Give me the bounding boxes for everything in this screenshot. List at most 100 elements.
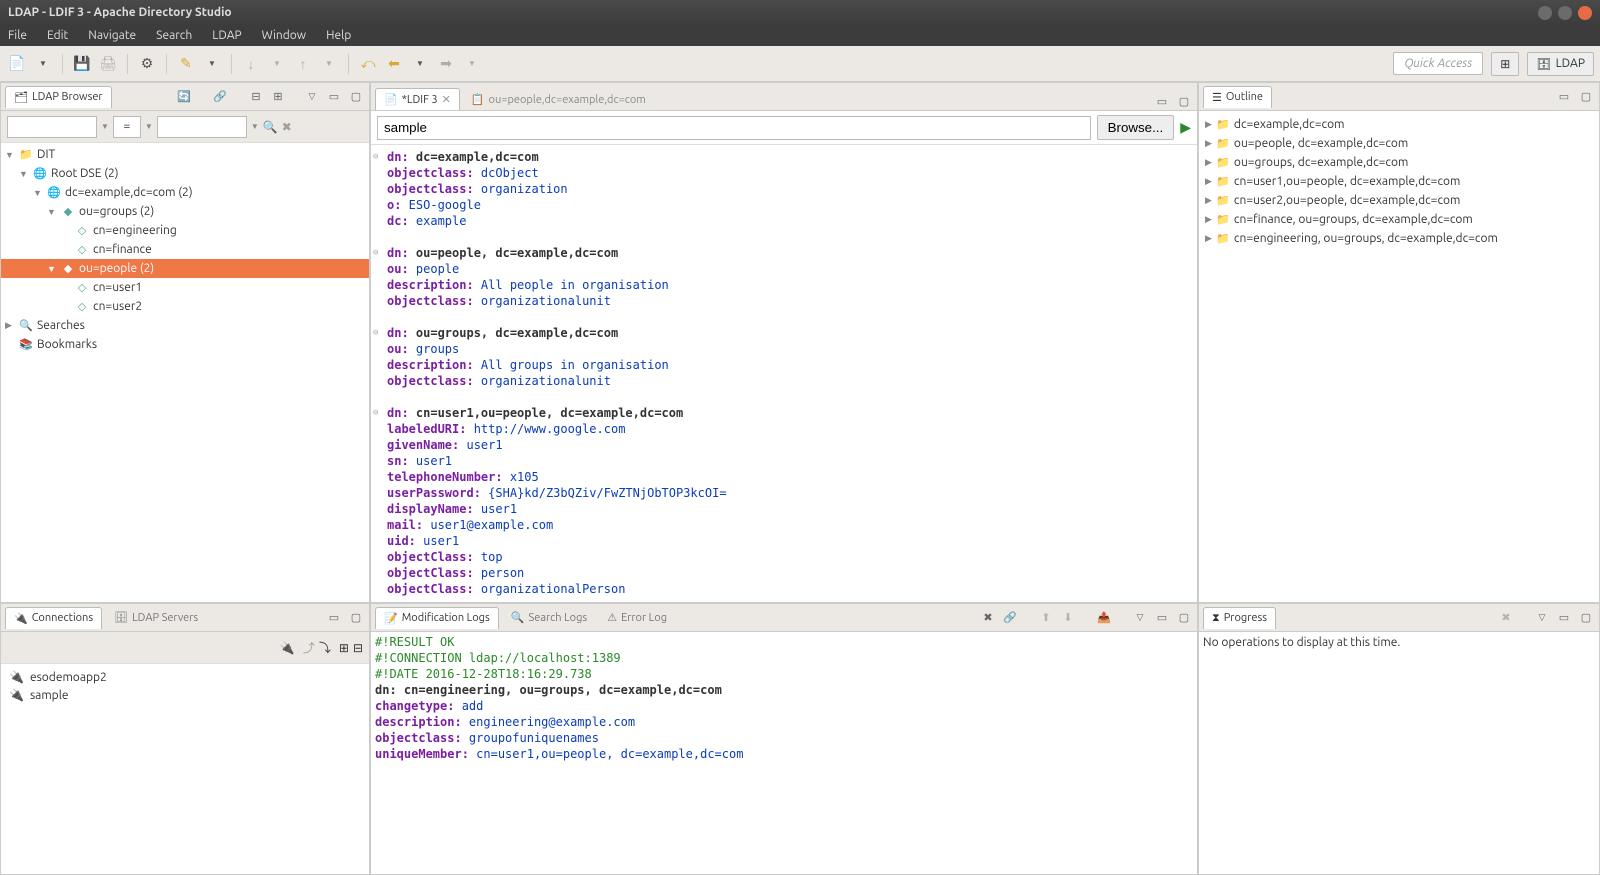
remove-icon[interactable]: ⊟ xyxy=(353,641,363,655)
tree-item-engineering[interactable]: ◇cn=engineering xyxy=(1,221,369,240)
tree-item-root-dse[interactable]: ▼🌐Root DSE (2) xyxy=(1,164,369,183)
refresh-icon[interactable]: 🔗 xyxy=(1001,609,1019,627)
minimize-pane-icon[interactable]: ▭ xyxy=(1153,609,1171,627)
minimize-icon[interactable] xyxy=(1538,6,1552,20)
down-icon[interactable]: ↓ xyxy=(240,53,262,75)
minimize-pane-icon[interactable]: ▭ xyxy=(325,609,343,627)
save-icon[interactable]: 💾 xyxy=(71,53,93,75)
open-conn-icon[interactable]: ⤴ xyxy=(303,639,315,656)
progress-tab[interactable]: ⧗ Progress xyxy=(1203,607,1276,629)
prev-icon[interactable]: ⬆ xyxy=(1037,609,1055,627)
outline-item[interactable]: ▶📁dc=example,dc=com xyxy=(1201,115,1597,134)
menu-window[interactable]: Window xyxy=(262,29,306,42)
chevron-down-icon[interactable]: ▼ xyxy=(461,53,483,75)
editor-tab-people[interactable]: 📋 ou=people,dc=example,dc=com xyxy=(462,88,655,110)
browse-button[interactable]: Browse... xyxy=(1097,115,1175,140)
minimize-pane-icon[interactable]: ▭ xyxy=(325,88,343,106)
menu-ldap[interactable]: LDAP xyxy=(212,29,241,42)
tree-item-user1[interactable]: ◇cn=user1 xyxy=(1,278,369,297)
tree-item-user2[interactable]: ◇cn=user2 xyxy=(1,297,369,316)
ldap-servers-tab[interactable]: 🗄 LDAP Servers xyxy=(106,607,206,628)
tree-item-bookmarks[interactable]: 📚Bookmarks xyxy=(1,335,369,354)
menu-icon[interactable]: ▽ xyxy=(303,88,321,106)
connection-input[interactable] xyxy=(377,116,1091,140)
menu-navigate[interactable]: Navigate xyxy=(88,29,136,42)
filter-combo-2[interactable]: = xyxy=(113,116,141,138)
error-log-tab[interactable]: ⚠ Error Log xyxy=(599,607,675,628)
minimize-pane-icon[interactable]: ▭ xyxy=(1555,609,1573,627)
ldap-browser-tab[interactable]: 🗂 LDAP Browser xyxy=(5,86,112,108)
menu-help[interactable]: Help xyxy=(326,29,351,42)
close-tab-icon[interactable]: ✕ xyxy=(442,93,451,106)
maximize-icon[interactable] xyxy=(1558,6,1572,20)
link-icon[interactable]: 🔗 xyxy=(211,88,229,106)
expand-icon[interactable]: ⊞ xyxy=(269,88,287,106)
back-last-icon[interactable]: ⤺ xyxy=(357,53,379,75)
close-icon[interactable] xyxy=(1578,6,1592,20)
minimize-pane-icon[interactable]: ▭ xyxy=(1153,92,1171,110)
outline-item[interactable]: ▶📁ou=groups, dc=example,dc=com xyxy=(1201,153,1597,172)
add-icon[interactable]: ⊞ xyxy=(339,641,349,655)
chevron-down-icon[interactable]: ▼ xyxy=(32,53,54,75)
maximize-pane-icon[interactable]: ▢ xyxy=(347,609,365,627)
filter-apply-icon[interactable]: 🔍 xyxy=(263,120,278,134)
build-icon[interactable]: ⚙ xyxy=(136,53,158,75)
search-logs-tab[interactable]: 🔍 Search Logs xyxy=(503,607,595,628)
outline-item[interactable]: ▶📁cn=user1,ou=people, dc=example,dc=com xyxy=(1201,172,1597,191)
up-icon[interactable]: ↑ xyxy=(292,53,314,75)
modification-log-text[interactable]: #!RESULT OK#!CONNECTION ldap://localhost… xyxy=(371,632,1197,874)
filter-combo-1[interactable] xyxy=(7,116,97,138)
quick-access-input[interactable]: Quick Access xyxy=(1393,52,1483,75)
maximize-pane-icon[interactable]: ▢ xyxy=(1175,609,1193,627)
clear-icon[interactable]: ✖ xyxy=(979,609,997,627)
open-perspective-button[interactable]: ⊞ xyxy=(1491,52,1519,76)
filter-clear-icon[interactable]: ✖ xyxy=(282,120,292,134)
connections-list[interactable]: 🔌esodemoapp2 🔌sample xyxy=(1,664,369,874)
tree-item-groups[interactable]: ▼◆ou=groups (2) xyxy=(1,202,369,221)
next-icon[interactable]: ⬇ xyxy=(1059,609,1077,627)
tree-item-searches[interactable]: ▶🔍Searches xyxy=(1,316,369,335)
connection-item[interactable]: 🔌esodemoapp2 xyxy=(5,668,365,686)
maximize-pane-icon[interactable]: ▢ xyxy=(1175,92,1193,110)
outline-item[interactable]: ▶📁cn=user2,ou=people, dc=example,dc=com xyxy=(1201,191,1597,210)
menu-edit[interactable]: Edit xyxy=(47,29,68,42)
modification-logs-tab[interactable]: 📝 Modification Logs xyxy=(375,607,499,629)
minimize-pane-icon[interactable]: ▭ xyxy=(1555,88,1573,106)
maximize-pane-icon[interactable]: ▢ xyxy=(1577,609,1595,627)
menu-file[interactable]: File xyxy=(8,29,27,42)
run-icon[interactable]: ▶ xyxy=(1180,119,1191,136)
close-conn-icon[interactable]: ⤵ xyxy=(319,639,331,656)
refresh-icon[interactable]: 🔄 xyxy=(175,88,193,106)
connection-item[interactable]: 🔌sample xyxy=(5,686,365,704)
maximize-pane-icon[interactable]: ▢ xyxy=(347,88,365,106)
outline-tree[interactable]: ▶📁dc=example,dc=com▶📁ou=people, dc=examp… xyxy=(1199,111,1599,602)
chevron-down-icon[interactable]: ▼ xyxy=(145,122,153,131)
ldif-editor[interactable]: ⊖dn: dc=example,dc=comobjectclass: dcObj… xyxy=(371,145,1197,602)
outline-item[interactable]: ▶📁cn=finance, ou=groups, dc=example,dc=c… xyxy=(1201,210,1597,229)
back-icon[interactable]: ⬅ xyxy=(383,53,405,75)
tree-item-people[interactable]: ▼◆ou=people (2) xyxy=(1,259,369,278)
connections-tab[interactable]: 🔌 Connections xyxy=(5,607,102,629)
new-connection-icon[interactable]: 🔌 xyxy=(280,641,295,655)
tree-item-finance[interactable]: ◇cn=finance xyxy=(1,240,369,259)
ldap-browser-tree[interactable]: ▼📁DIT ▼🌐Root DSE (2) ▼🌐dc=example,dc=com… xyxy=(1,143,369,602)
remove-all-icon[interactable]: ✖ xyxy=(1497,609,1515,627)
chevron-down-icon[interactable]: ▼ xyxy=(409,53,431,75)
collapse-icon[interactable]: ⊟ xyxy=(247,88,265,106)
new-icon[interactable]: 📄 xyxy=(6,53,28,75)
tree-item-dit[interactable]: ▼📁DIT xyxy=(1,145,369,164)
chevron-down-icon[interactable]: ▼ xyxy=(201,53,223,75)
chevron-down-icon[interactable]: ▼ xyxy=(266,53,288,75)
tree-item-dc[interactable]: ▼🌐dc=example,dc=com (2) xyxy=(1,183,369,202)
menu-icon[interactable]: ▽ xyxy=(1533,609,1551,627)
outline-item[interactable]: ▶📁cn=engineering, ou=groups, dc=example,… xyxy=(1201,229,1597,248)
wand-icon[interactable]: ✎ xyxy=(175,53,197,75)
chevron-down-icon[interactable]: ▼ xyxy=(251,122,259,131)
editor-tab-ldif3[interactable]: 📄 *LDIF 3 ✕ xyxy=(375,88,460,110)
outline-tab[interactable]: ☰ Outline xyxy=(1203,86,1272,108)
forward-icon[interactable]: ➡ xyxy=(435,53,457,75)
filter-combo-3[interactable] xyxy=(157,116,247,138)
export-icon[interactable]: 📤 xyxy=(1095,609,1113,627)
menu-icon[interactable]: ▽ xyxy=(1131,609,1149,627)
print-icon[interactable]: 🖨 xyxy=(97,53,119,75)
